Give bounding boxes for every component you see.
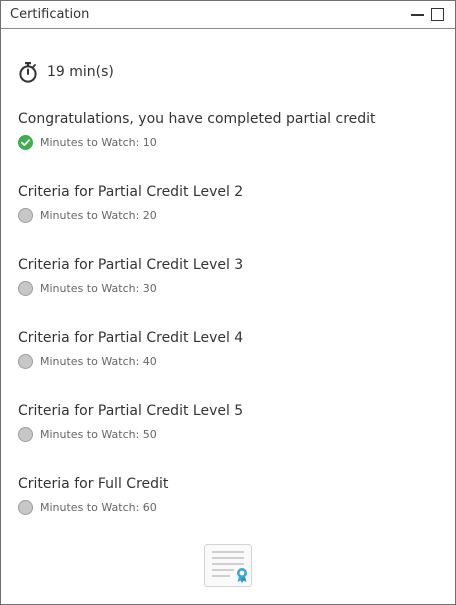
certification-window: Certification 19 min(s) Congratulations,… [0,0,456,605]
criteria-title: Criteria for Partial Credit Level 4 [18,330,244,346]
pending-circle-icon [18,354,33,369]
criteria-title: Criteria for Partial Credit Level 3 [18,257,244,273]
criteria-item-3: Criteria for Partial Credit Level 3 Minu… [18,257,243,296]
pending-circle-icon [18,500,33,515]
pending-circle-icon [18,427,33,442]
certificate-button[interactable] [204,544,252,587]
criteria-item-6: Criteria for Full Credit Minutes to Watc… [18,476,168,515]
criteria-title: Criteria for Partial Credit Level 5 [18,403,244,419]
criteria-title: Criteria for Full Credit [18,476,169,492]
criteria-item-2: Criteria for Partial Credit Level 2 Minu… [18,184,243,223]
criteria-title: Congratulations, you have completed part… [18,111,376,127]
stopwatch-icon [19,62,37,83]
title-bar: Certification [1,1,455,29]
criteria-item-5: Criteria for Partial Credit Level 5 Minu… [18,403,243,442]
duration-text: 19 min(s) [47,64,114,80]
minutes-label: Minutes to Watch: 50 [40,428,157,441]
window-title: Certification [10,7,90,22]
minutes-label: Minutes to Watch: 20 [40,209,157,222]
minutes-label: Minutes to Watch: 60 [40,501,157,514]
certificate-icon [212,551,247,583]
check-circle-icon [18,135,33,150]
pending-circle-icon [18,208,33,223]
criteria-item-4: Criteria for Partial Credit Level 4 Minu… [18,330,243,369]
maximize-button[interactable] [431,8,444,21]
minimize-button[interactable] [411,14,424,16]
minutes-label: Minutes to Watch: 40 [40,355,157,368]
criteria-item-1: Congratulations, you have completed part… [18,111,376,150]
minutes-label: Minutes to Watch: 10 [40,136,157,149]
duration-row: 19 min(s) [18,61,114,83]
pending-circle-icon [18,281,33,296]
criteria-title: Criteria for Partial Credit Level 2 [18,184,244,200]
minutes-label: Minutes to Watch: 30 [40,282,157,295]
